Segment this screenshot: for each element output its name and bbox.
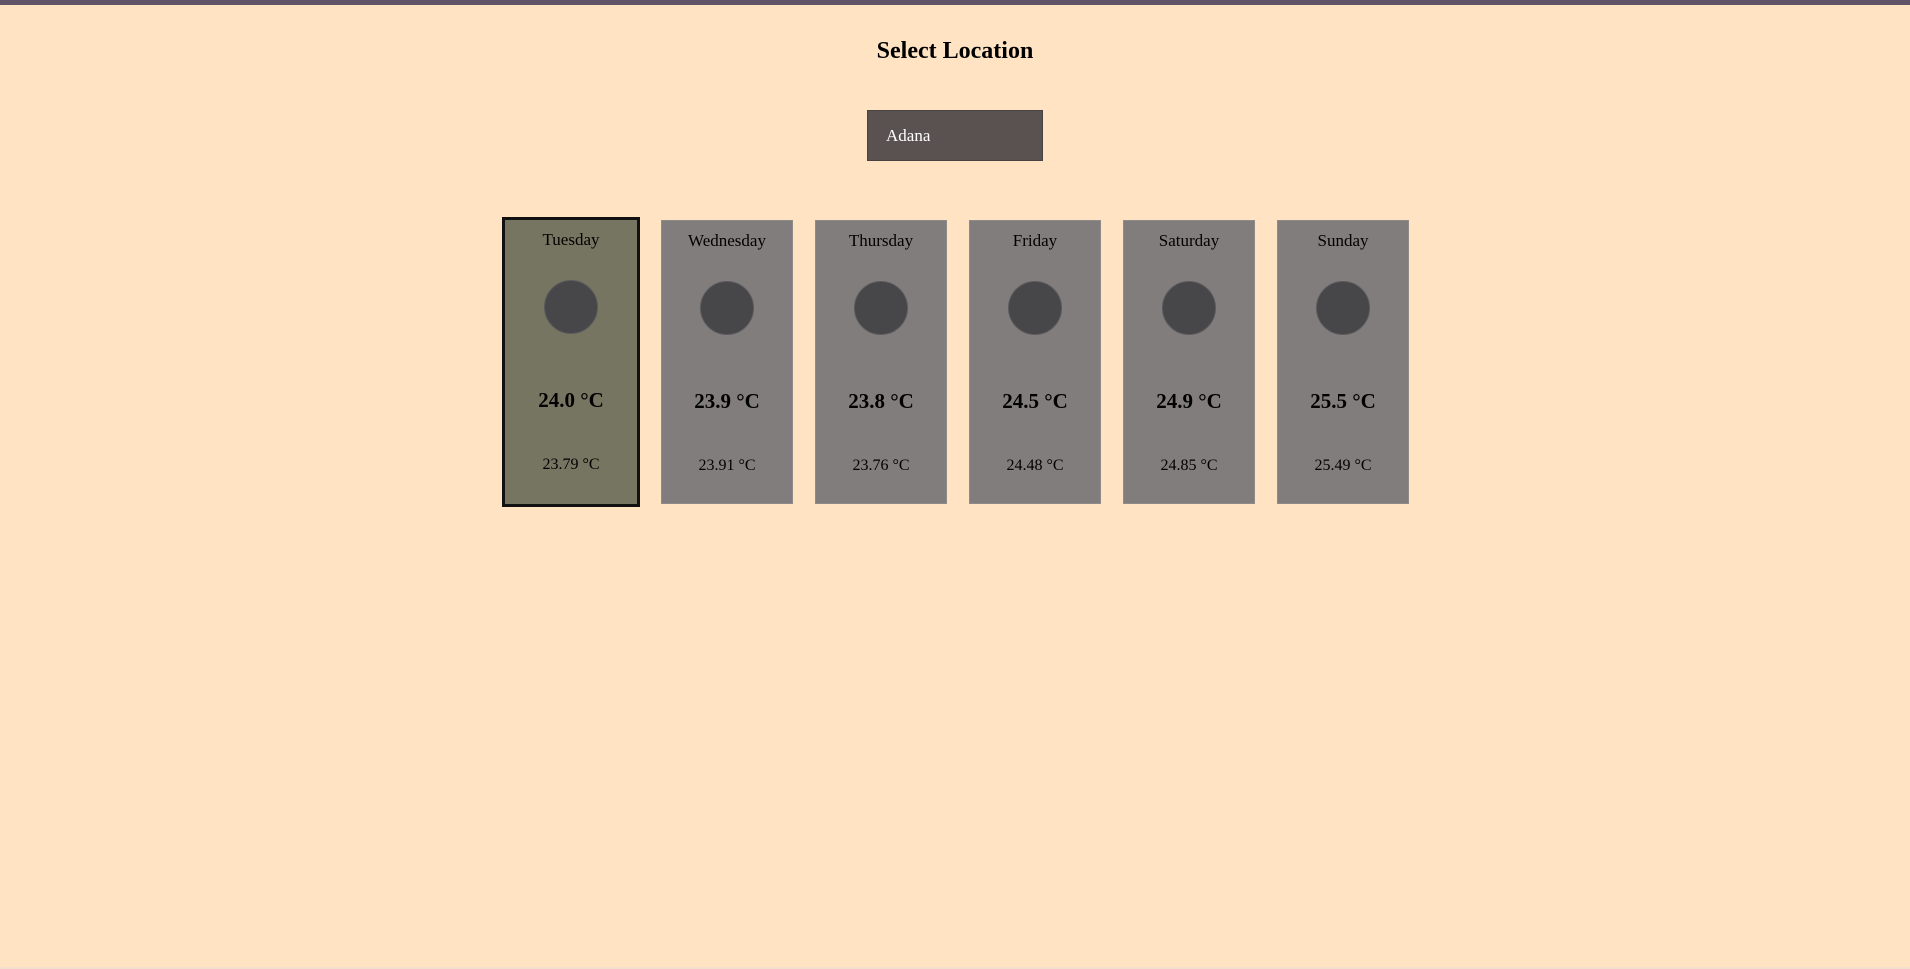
forecast-sub-temp: 24.48 °C	[1006, 457, 1064, 474]
forecast-day: Wednesday	[688, 231, 766, 250]
forecast-temp: 24.5 °C	[1002, 389, 1068, 413]
forecast-card-saturday[interactable]: Saturday 24.9 °C 24.85 °C	[1123, 220, 1255, 504]
forecast-day: Saturday	[1158, 231, 1220, 250]
weather-icon	[1162, 281, 1216, 335]
weather-icon	[544, 280, 598, 334]
forecast-day: Tuesday	[542, 230, 600, 249]
forecast-sub-temp: 24.85 °C	[1160, 457, 1218, 474]
weather-icon	[1316, 281, 1370, 335]
forecast-temp: 23.8 °C	[848, 389, 914, 413]
forecast-day: Friday	[1012, 231, 1058, 250]
forecast-temp: 25.5 °C	[1310, 389, 1376, 413]
forecast-sub-temp: 23.79 °C	[542, 456, 600, 473]
forecast-sub-temp: 23.91 °C	[698, 457, 756, 474]
forecast-day: Sunday	[1317, 231, 1369, 250]
forecast-day: Thursday	[848, 231, 914, 250]
forecast-card-tuesday[interactable]: Tuesday 24.0 °C 23.79 °C	[502, 217, 640, 507]
forecast-sub-temp: 25.49 °C	[1314, 457, 1372, 474]
forecast-card-sunday[interactable]: Sunday 25.5 °C 25.49 °C	[1277, 220, 1409, 504]
weather-icon	[1008, 281, 1062, 335]
forecast-card-wednesday[interactable]: Wednesday 23.9 °C 23.91 °C	[661, 220, 793, 504]
forecast-temp: 23.9 °C	[694, 389, 760, 413]
weather-icon	[854, 281, 908, 335]
forecast-temp: 24.9 °C	[1156, 389, 1222, 413]
weather-icon	[700, 281, 754, 335]
forecast-temp: 24.0 °C	[538, 388, 604, 412]
forecast-sub-temp: 23.76 °C	[852, 457, 910, 474]
forecast-card-thursday[interactable]: Thursday 23.8 °C 23.76 °C	[815, 220, 947, 504]
forecast-card-friday[interactable]: Friday 24.5 °C 24.48 °C	[969, 220, 1101, 504]
forecast-list: Tuesday 24.0 °C 23.79 °C Wednesday 23.9 …	[0, 0, 1910, 969]
